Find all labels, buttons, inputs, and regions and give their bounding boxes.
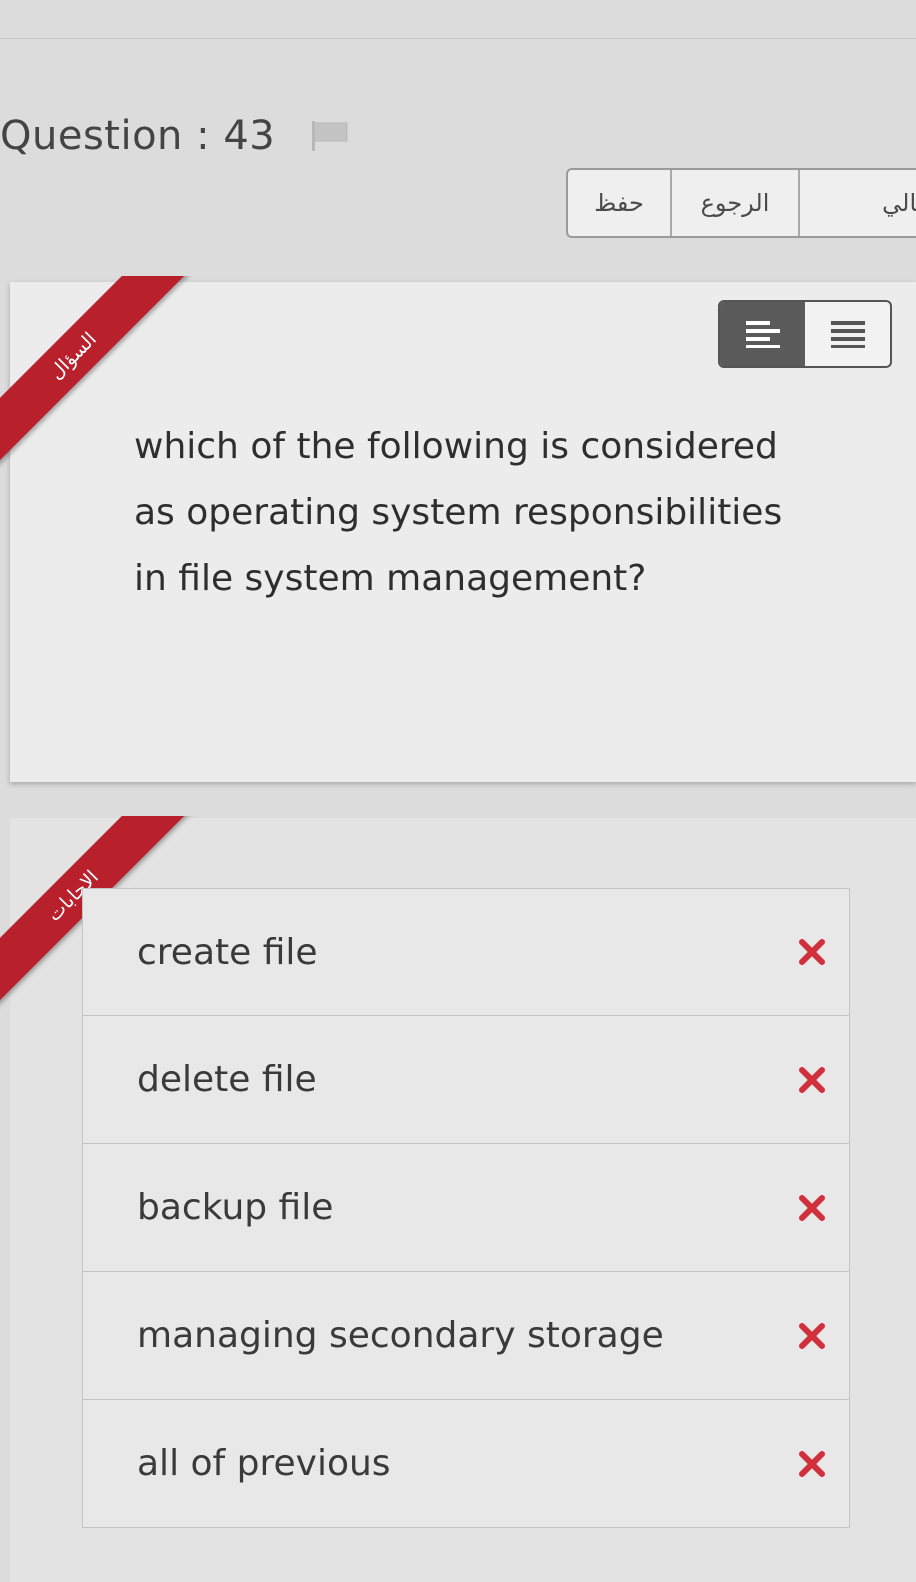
answer-option[interactable]: all of previous (82, 1400, 850, 1528)
flag-icon[interactable] (309, 119, 351, 153)
close-icon (799, 1194, 825, 1221)
align-left-button[interactable] (720, 302, 805, 366)
align-left-icon (745, 321, 780, 348)
answer-option-text: backup file (137, 1187, 334, 1228)
close-icon (799, 939, 825, 965)
answer-option-text: managing secondary storage (137, 1315, 664, 1356)
save-button[interactable]: حفظ (568, 170, 672, 236)
close-icon (799, 1322, 825, 1349)
align-justify-icon (830, 321, 865, 348)
top-divider (0, 38, 916, 39)
next-button[interactable]: التالي (800, 170, 916, 236)
close-icon (799, 1450, 825, 1477)
answer-option[interactable]: managing secondary storage (82, 1272, 850, 1400)
answer-option[interactable]: delete file (82, 1016, 850, 1144)
back-button[interactable]: الرجوع (672, 170, 800, 236)
answer-option-text: delete file (137, 1059, 317, 1100)
question-text: which of the following is considered as … (134, 426, 783, 599)
answer-list: create file delete file backup file mana… (82, 888, 850, 1528)
close-icon (799, 1066, 825, 1093)
question-header: Question : 43 (0, 108, 351, 164)
answer-option[interactable]: backup file (82, 1144, 850, 1272)
align-justify-button[interactable] (805, 302, 890, 366)
navigation-buttons: حفظ الرجوع التالي (566, 168, 916, 238)
answer-option[interactable]: create file (82, 888, 850, 1016)
answer-option-text: create file (137, 931, 318, 973)
question-number: Question : 43 (0, 113, 276, 159)
answer-option-text: all of previous (137, 1443, 391, 1484)
text-alignment-toggle (718, 300, 892, 368)
